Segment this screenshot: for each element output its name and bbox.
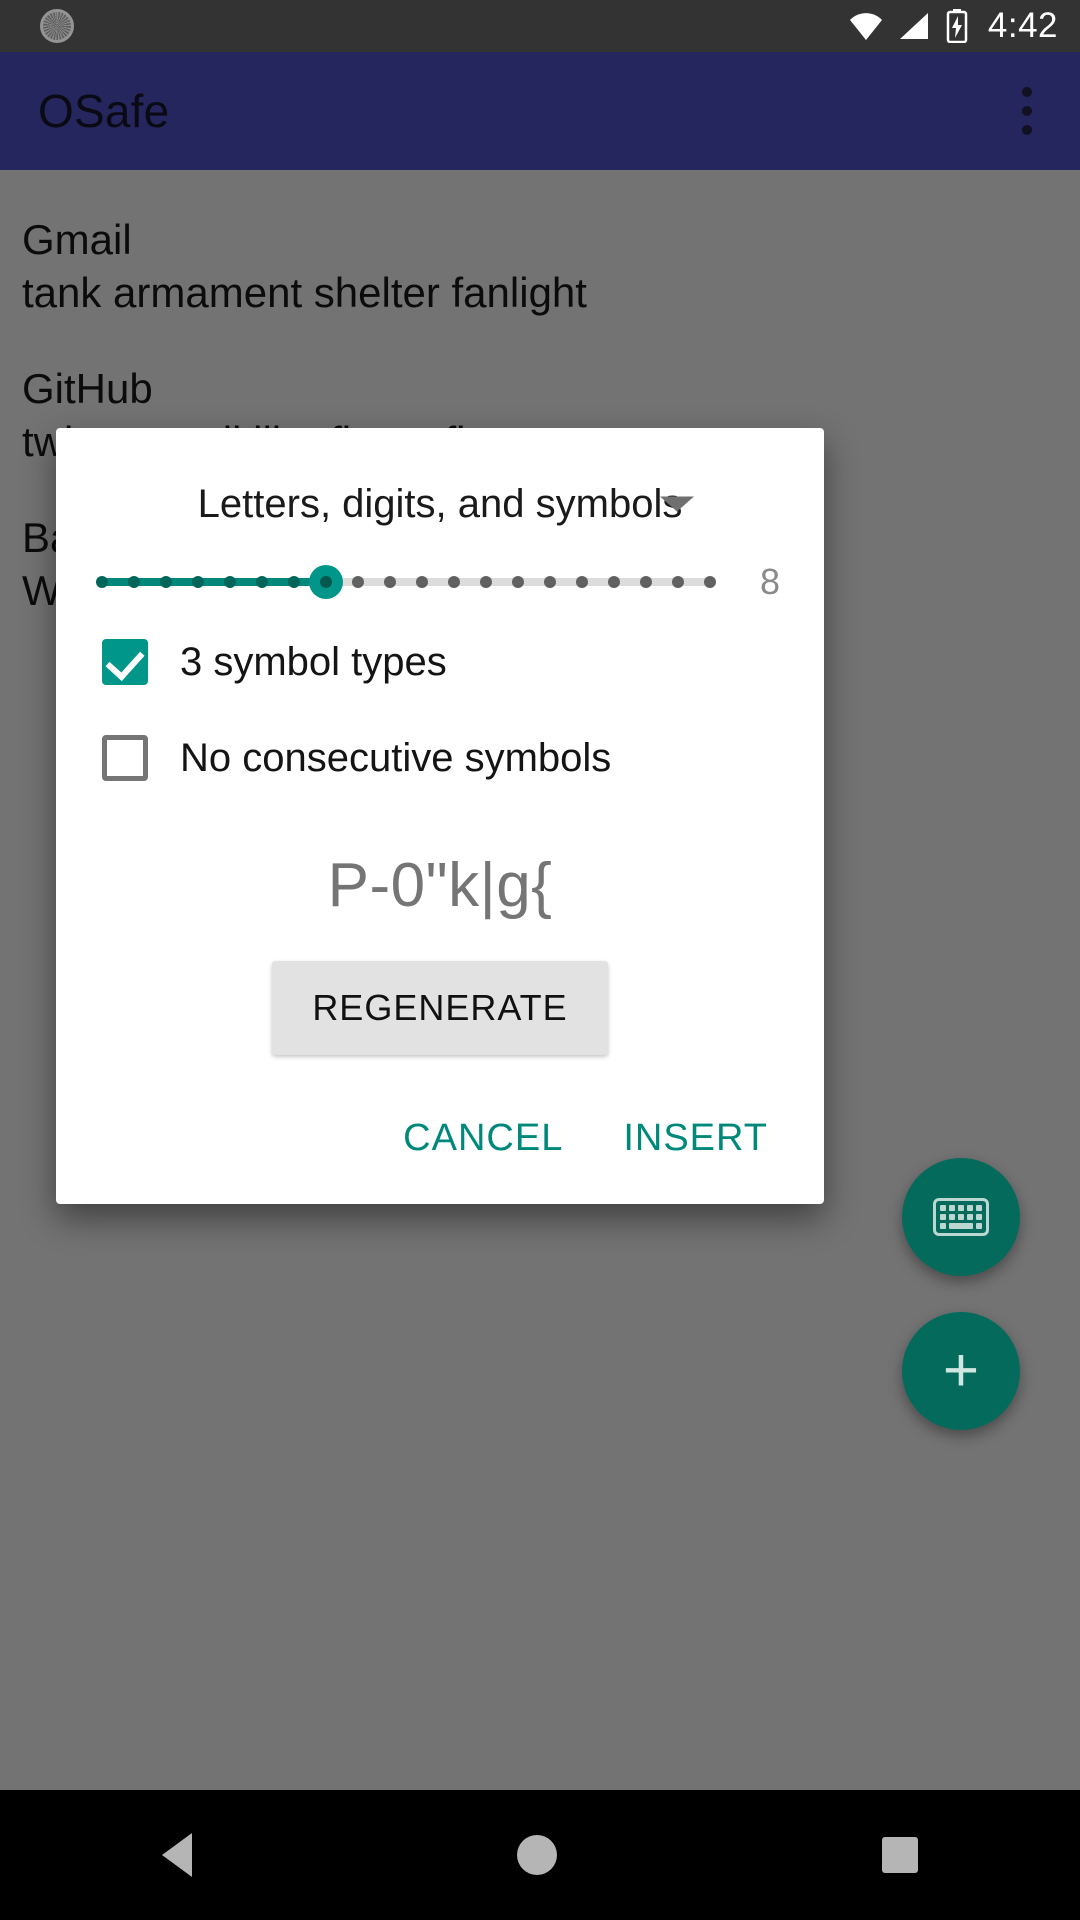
- slider-tick: [672, 576, 684, 588]
- checkbox-label-symbol-types: 3 symbol types: [180, 639, 447, 684]
- plus-icon: +: [942, 1336, 980, 1405]
- length-slider-row: 8: [90, 550, 790, 614]
- slider-tick: [256, 576, 268, 588]
- slider-tick: [96, 576, 108, 588]
- overflow-menu-icon[interactable]: [1016, 81, 1038, 141]
- slider-tick: [128, 576, 140, 588]
- generated-password: P-0"k|g{: [327, 851, 553, 920]
- slider-tick: [160, 576, 172, 588]
- slider-tick: [544, 576, 556, 588]
- slider-tick: [384, 576, 396, 588]
- chevron-down-icon[interactable]: [660, 496, 694, 512]
- slider-tick: [416, 576, 428, 588]
- status-bar: 4:42: [0, 0, 1080, 52]
- checkbox-symbol-types[interactable]: [102, 639, 148, 685]
- keyboard-fab[interactable]: [902, 1158, 1020, 1276]
- generated-password-area: P-0"k|g{: [90, 806, 790, 939]
- slider-tick: [704, 576, 716, 588]
- keyboard-icon: [933, 1198, 989, 1236]
- checkbox-row-no-consecutive[interactable]: No consecutive symbols: [90, 710, 790, 806]
- regenerate-row: REGENERATE: [90, 939, 790, 1055]
- checkbox-row-symbol-types[interactable]: 3 symbol types: [90, 614, 790, 710]
- regenerate-button[interactable]: REGENERATE: [272, 961, 608, 1055]
- slider-tick: [448, 576, 460, 588]
- recents-icon[interactable]: [881, 1837, 918, 1873]
- app-bar: OSafe: [0, 52, 1080, 170]
- status-bar-left: [40, 9, 848, 43]
- slider-tick: [575, 576, 588, 588]
- dialog-actions: CANCEL INSERT: [56, 1055, 824, 1204]
- slider-tick: [224, 576, 236, 588]
- charset-spinner[interactable]: Letters, digits, and symbols: [90, 458, 790, 550]
- navigation-bar: [0, 1790, 1080, 1920]
- slider-tick: [480, 576, 492, 588]
- status-bar-right: 4:42: [848, 6, 1058, 46]
- password-generator-dialog: Letters, digits, and symbols 8 3 symbol …: [56, 428, 824, 1204]
- slider-thumb[interactable]: [309, 565, 343, 599]
- slider-tick: [288, 576, 300, 588]
- slider-tick: [352, 576, 364, 588]
- battery-charging-icon: [946, 9, 968, 44]
- app-title: OSafe: [38, 85, 170, 137]
- checkbox-label-no-consecutive: No consecutive symbols: [180, 735, 612, 780]
- back-icon[interactable]: [162, 1833, 193, 1877]
- slider-tick: [192, 576, 204, 588]
- add-fab[interactable]: +: [902, 1312, 1020, 1430]
- length-value: 8: [759, 561, 780, 602]
- cancel-button[interactable]: CANCEL: [399, 1111, 567, 1166]
- slider-tick: [512, 576, 524, 588]
- sync-icon: [40, 9, 74, 43]
- wifi-icon: [848, 11, 884, 41]
- charset-spinner-label: Letters, digits, and symbols: [197, 481, 683, 526]
- length-slider[interactable]: [96, 550, 716, 614]
- checkbox-no-consecutive[interactable]: [102, 735, 148, 781]
- slider-tick: [608, 576, 620, 588]
- android-screen: 4:42 OSafe Gmail tank armament shelter f…: [0, 0, 1080, 1920]
- status-bar-clock: 4:42: [987, 6, 1058, 45]
- home-icon[interactable]: [516, 1835, 557, 1875]
- signal-icon: [898, 11, 932, 41]
- slider-tick: [640, 576, 652, 588]
- insert-button[interactable]: INSERT: [619, 1111, 772, 1166]
- check-icon: [105, 641, 145, 681]
